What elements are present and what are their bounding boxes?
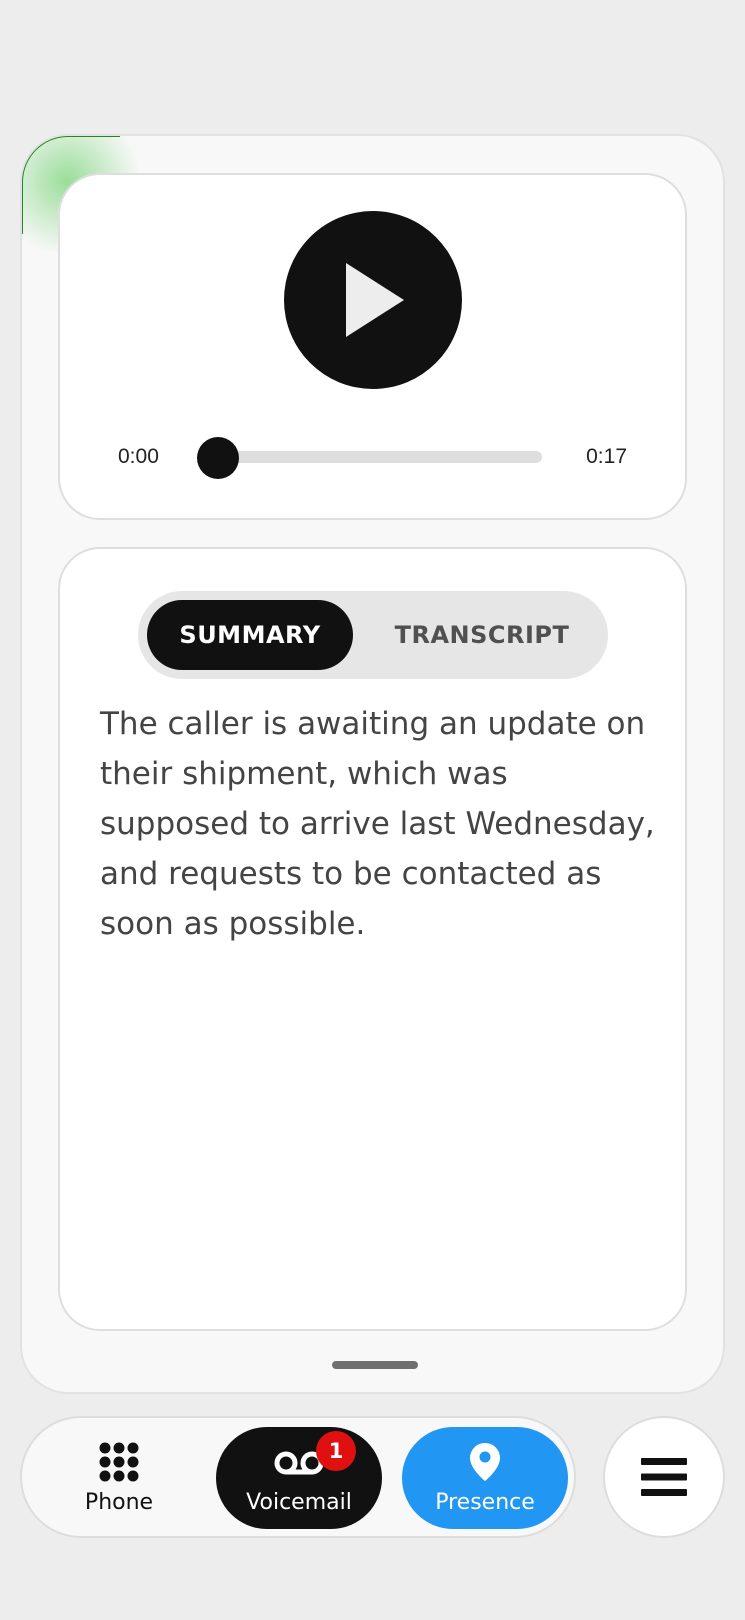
- nav-label-voicemail: Voicemail: [246, 1489, 352, 1515]
- hamburger-menu-icon: [641, 1458, 687, 1496]
- bottom-navigation: Phone Voicemail 1 Presence: [20, 1416, 576, 1538]
- current-time: 0:00: [118, 445, 159, 468]
- view-toggle: SUMMARY TRANSCRIPT: [138, 591, 608, 679]
- voicemail-count-badge: 1: [316, 1431, 356, 1471]
- summary-card: SUMMARY TRANSCRIPT The caller is awaitin…: [58, 547, 687, 1331]
- play-icon: [346, 263, 404, 337]
- audio-player-card: 0:00 0:17: [58, 173, 687, 520]
- nav-label-phone: Phone: [84, 1489, 154, 1515]
- playback-scrubber-thumb[interactable]: [197, 437, 239, 479]
- voicemail-summary-text: The caller is awaiting an update on thei…: [100, 706, 655, 942]
- play-button[interactable]: [284, 211, 462, 389]
- screen: 0:00 0:17 SUMMARY TRANSCRIPT The caller …: [0, 0, 745, 1620]
- sheet-grab-handle[interactable]: [332, 1361, 418, 1369]
- playback-progress-track[interactable]: [200, 451, 542, 463]
- nav-item-phone[interactable]: Phone: [36, 1427, 202, 1529]
- menu-button[interactable]: [603, 1416, 725, 1538]
- location-pin-icon: [469, 1442, 501, 1482]
- nav-label-presence: Presence: [435, 1489, 535, 1515]
- tab-summary[interactable]: SUMMARY: [147, 600, 353, 670]
- nav-item-presence[interactable]: Presence: [402, 1427, 568, 1529]
- total-duration: 0:17: [586, 445, 627, 468]
- nav-item-voicemail[interactable]: Voicemail 1: [216, 1427, 382, 1529]
- keypad-icon: [99, 1442, 139, 1482]
- tab-transcript[interactable]: TRANSCRIPT: [364, 600, 600, 670]
